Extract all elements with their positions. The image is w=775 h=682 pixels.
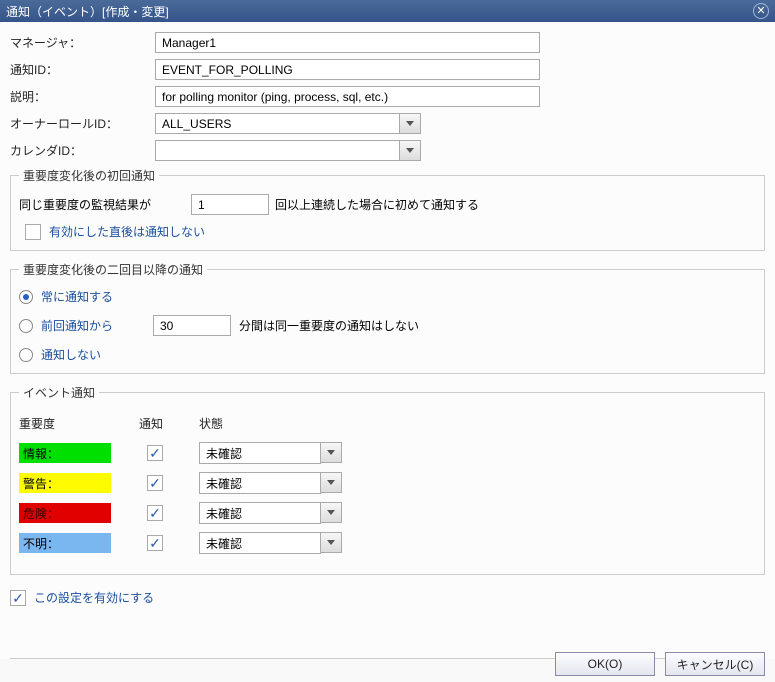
owner-role-select[interactable]: ALL_USERS <box>155 113 400 134</box>
manager-label: マネージャ： <box>10 34 155 51</box>
event-row-crit: 危険： ✓ 未確認 <box>19 500 756 526</box>
first-notify-text-after: 回以上連続した場合に初めて通知する <box>275 196 479 213</box>
severity-badge-warn: 警告： <box>19 473 111 493</box>
status-value-warn: 未確認 <box>206 475 242 492</box>
chevron-down-icon <box>327 450 335 455</box>
window-title: 通知（イベント）[作成・変更] <box>6 3 169 20</box>
severity-badge-info: 情報： <box>19 443 111 463</box>
cancel-button[interactable]: キャンセル(C) <box>665 652 765 676</box>
event-row-unknown: 不明： ✓ 未確認 <box>19 530 756 556</box>
check-icon: ✓ <box>149 446 161 460</box>
status-value-crit: 未確認 <box>206 505 242 522</box>
check-icon: ✓ <box>149 476 161 490</box>
event-row-warn: 警告： ✓ 未確認 <box>19 470 756 496</box>
since-after-text: 分間は同一重要度の通知はしない <box>239 317 419 334</box>
radio-dot-icon <box>23 294 29 300</box>
notify-id-input[interactable] <box>155 59 540 80</box>
radio-since-label: 前回通知から <box>41 317 145 334</box>
enable-setting-checkbox[interactable]: ✓ <box>10 590 26 606</box>
header-status: 状態 <box>199 415 349 432</box>
radio-none-label: 通知しない <box>41 346 101 363</box>
first-notify-count-input[interactable] <box>191 194 269 215</box>
manager-input[interactable] <box>155 32 540 53</box>
status-select-warn[interactable]: 未確認 <box>199 472 321 494</box>
subsequent-notify-group: 重要度変化後の二回目以降の通知 常に通知する 前回通知から 分間は同一重要度の通… <box>10 261 765 374</box>
ok-button-label: OK(O) <box>588 657 623 671</box>
check-icon: ✓ <box>149 536 161 550</box>
owner-role-label: オーナーロールID： <box>10 115 155 132</box>
enable-setting-label: この設定を有効にする <box>34 589 154 606</box>
event-row-info: 情報： ✓ 未確認 <box>19 440 756 466</box>
status-dropdown-info[interactable] <box>321 442 342 463</box>
radio-always-label: 常に通知する <box>41 288 113 305</box>
notify-check-warn[interactable]: ✓ <box>147 475 163 491</box>
event-notify-group: イベント通知 重要度 通知 状態 情報： ✓ 未確認 警告： ✓ 未確認 <box>10 384 765 575</box>
owner-role-value: ALL_USERS <box>162 117 231 131</box>
header-notify: 通知 <box>139 415 199 432</box>
first-notify-group: 重要度変化後の初回通知 同じ重要度の監視結果が 回以上連続した場合に初めて通知す… <box>10 167 765 251</box>
chevron-down-icon <box>327 540 335 545</box>
status-value-info: 未確認 <box>206 445 242 462</box>
since-minutes-input[interactable] <box>153 315 231 336</box>
chevron-down-icon <box>327 480 335 485</box>
calendar-id-label: カレンダID： <box>10 142 155 159</box>
status-select-info[interactable]: 未確認 <box>199 442 321 464</box>
chevron-down-icon <box>327 510 335 515</box>
description-input[interactable] <box>155 86 540 107</box>
status-value-unknown: 未確認 <box>206 535 242 552</box>
close-button[interactable]: ✕ <box>753 3 769 19</box>
severity-badge-unknown: 不明： <box>19 533 111 553</box>
check-icon: ✓ <box>12 591 24 605</box>
titlebar: 通知（イベント）[作成・変更] ✕ <box>0 0 775 22</box>
close-icon: ✕ <box>756 6 765 17</box>
ok-button[interactable]: OK(O) <box>555 652 655 676</box>
first-notify-legend: 重要度変化後の初回通知 <box>19 167 159 184</box>
notify-check-unknown[interactable]: ✓ <box>147 535 163 551</box>
status-dropdown-unknown[interactable] <box>321 532 342 553</box>
owner-role-dropdown-button[interactable] <box>400 113 421 134</box>
calendar-id-dropdown-button[interactable] <box>400 140 421 161</box>
notify-check-crit[interactable]: ✓ <box>147 505 163 521</box>
first-notify-text-before: 同じ重要度の監視結果が <box>19 196 151 213</box>
notify-id-label: 通知ID： <box>10 61 155 78</box>
calendar-id-select[interactable] <box>155 140 400 161</box>
radio-since[interactable] <box>19 319 33 333</box>
chevron-down-icon <box>406 121 414 126</box>
event-notify-legend: イベント通知 <box>19 384 99 401</box>
chevron-down-icon <box>406 148 414 153</box>
cancel-button-label: キャンセル(C) <box>677 656 754 673</box>
status-dropdown-warn[interactable] <box>321 472 342 493</box>
status-select-unknown[interactable]: 未確認 <box>199 532 321 554</box>
status-dropdown-crit[interactable] <box>321 502 342 523</box>
radio-none[interactable] <box>19 348 33 362</box>
first-notify-checkbox-label: 有効にした直後は通知しない <box>49 223 205 240</box>
status-select-crit[interactable]: 未確認 <box>199 502 321 524</box>
header-severity: 重要度 <box>19 415 139 432</box>
notify-check-info[interactable]: ✓ <box>147 445 163 461</box>
radio-always[interactable] <box>19 290 33 304</box>
description-label: 説明： <box>10 88 155 105</box>
subsequent-notify-legend: 重要度変化後の二回目以降の通知 <box>19 261 207 278</box>
first-notify-checkbox[interactable] <box>25 224 41 240</box>
check-icon: ✓ <box>149 506 161 520</box>
severity-badge-crit: 危険： <box>19 503 111 523</box>
